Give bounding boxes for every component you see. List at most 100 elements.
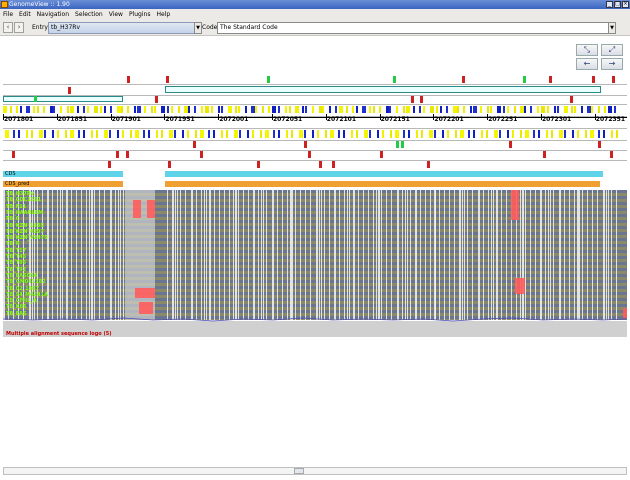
codon-marker — [509, 141, 512, 148]
sequence-block — [480, 106, 482, 113]
close-button[interactable]: × — [622, 1, 629, 8]
menu-plugins[interactable]: Plugins — [129, 11, 151, 18]
sequence-block — [369, 106, 371, 113]
code-select[interactable]: The Standard Code — [217, 22, 616, 34]
alignment-gap — [602, 190, 605, 320]
sequence-block — [246, 130, 249, 138]
menu-selection[interactable]: Selection — [75, 11, 103, 18]
codon-marker — [304, 141, 307, 148]
sequence-block — [265, 130, 269, 138]
sequence-block — [512, 130, 514, 138]
sequence-block — [127, 106, 130, 113]
sequence-block — [161, 130, 163, 138]
forward-icon[interactable]: › — [14, 22, 24, 33]
alignment-gap — [367, 190, 369, 320]
sequence-block — [355, 106, 358, 113]
sequence-block — [454, 130, 457, 138]
sequence-block — [396, 106, 398, 113]
sequence-block — [291, 130, 293, 138]
alignment-gap — [568, 190, 570, 320]
sequence-block — [558, 130, 563, 138]
sequence-block — [217, 106, 220, 113]
alignment-gap — [62, 190, 64, 320]
alignment-gap — [57, 190, 59, 320]
ruler-label: 2072251 — [488, 116, 518, 123]
sequence-block — [363, 130, 368, 138]
code-dropdown-icon[interactable]: ▼ — [608, 22, 616, 34]
alignment-gap — [582, 190, 584, 320]
sequence-block — [379, 106, 382, 113]
alignment-gap — [550, 190, 552, 320]
window-titlebar: GenomeView :: 1.90 _ □ × — [0, 0, 630, 9]
menu-file[interactable]: File — [3, 11, 13, 18]
scrollbar-thumb[interactable] — [294, 468, 304, 474]
sequence-block — [211, 106, 214, 113]
menu-view[interactable]: View — [109, 11, 123, 18]
track-separator — [3, 128, 627, 129]
alignment-gap — [490, 190, 492, 320]
alignment-gap — [467, 190, 469, 320]
alignment-gap — [352, 190, 355, 320]
sequence-block — [395, 130, 399, 138]
horizontal-scrollbar[interactable] — [3, 467, 627, 475]
sequence-block — [343, 130, 345, 138]
codon-marker — [127, 76, 130, 83]
codon-marker — [427, 161, 430, 168]
alignment-gap — [472, 190, 474, 320]
menu-edit[interactable]: Edit — [19, 11, 31, 18]
cds-pred-track-left[interactable]: CDS_pred — [3, 181, 123, 187]
sequence-block — [419, 106, 422, 113]
codon-marker — [598, 141, 601, 148]
alignment-gap — [175, 190, 177, 320]
menu-navigation[interactable]: Navigation — [37, 11, 69, 18]
alignment-gap — [435, 190, 437, 320]
alignment-gap — [209, 190, 211, 320]
alignment-gap — [563, 190, 565, 320]
maximize-button[interactable]: □ — [614, 1, 621, 8]
codon-marker — [267, 76, 270, 83]
zoom-out-icon[interactable]: ⤢ — [601, 44, 623, 56]
sequence-block — [259, 130, 262, 138]
menu-help[interactable]: Help — [156, 11, 170, 18]
sequence-block — [76, 106, 79, 113]
alignment-gap — [487, 190, 489, 320]
sequence-block — [181, 130, 184, 138]
sequence-block — [441, 130, 444, 138]
sequence-block — [362, 106, 367, 113]
track-separator — [3, 150, 627, 151]
alignment-gap — [91, 190, 93, 320]
alignment-gap — [261, 190, 263, 320]
alignment-gap — [65, 190, 68, 320]
cds-pred-feature[interactable] — [165, 181, 600, 187]
minimize-button[interactable]: _ — [606, 1, 613, 8]
back-icon[interactable]: ‹ — [3, 22, 13, 33]
cds-feature[interactable] — [165, 171, 603, 177]
zoom-in-icon[interactable]: ⤡ — [576, 44, 598, 56]
sequence-block — [434, 130, 436, 138]
sequence-block — [540, 106, 545, 113]
entry-select[interactable]: tb_H37Rv — [48, 22, 196, 34]
alignment-gap — [89, 190, 91, 320]
alignment-sequence-name: TB_T46 — [6, 254, 27, 260]
alignment-gap — [203, 190, 205, 320]
alignment-gap — [577, 190, 579, 320]
cds-track-label: CDS — [5, 171, 16, 177]
codon-marker — [257, 161, 260, 168]
sequence-block — [271, 106, 276, 113]
variant-highlight — [515, 278, 525, 294]
codon-marker — [523, 76, 526, 83]
codon-marker — [34, 96, 37, 102]
sequence-block — [87, 106, 89, 113]
scroll-left-icon[interactable]: ← — [576, 58, 598, 70]
sequence-block — [330, 130, 334, 138]
sequence-block — [70, 130, 74, 138]
cds-track-left[interactable]: CDS — [3, 171, 123, 177]
codon-marker — [126, 151, 129, 158]
alignment-view[interactable] — [3, 190, 627, 320]
entry-dropdown-icon[interactable]: ▼ — [194, 22, 202, 34]
track-separator — [3, 104, 627, 105]
alignment-gap — [224, 190, 226, 320]
scroll-right-icon[interactable]: → — [601, 58, 623, 70]
sequence-block — [610, 130, 613, 138]
codon-marker — [420, 96, 423, 103]
